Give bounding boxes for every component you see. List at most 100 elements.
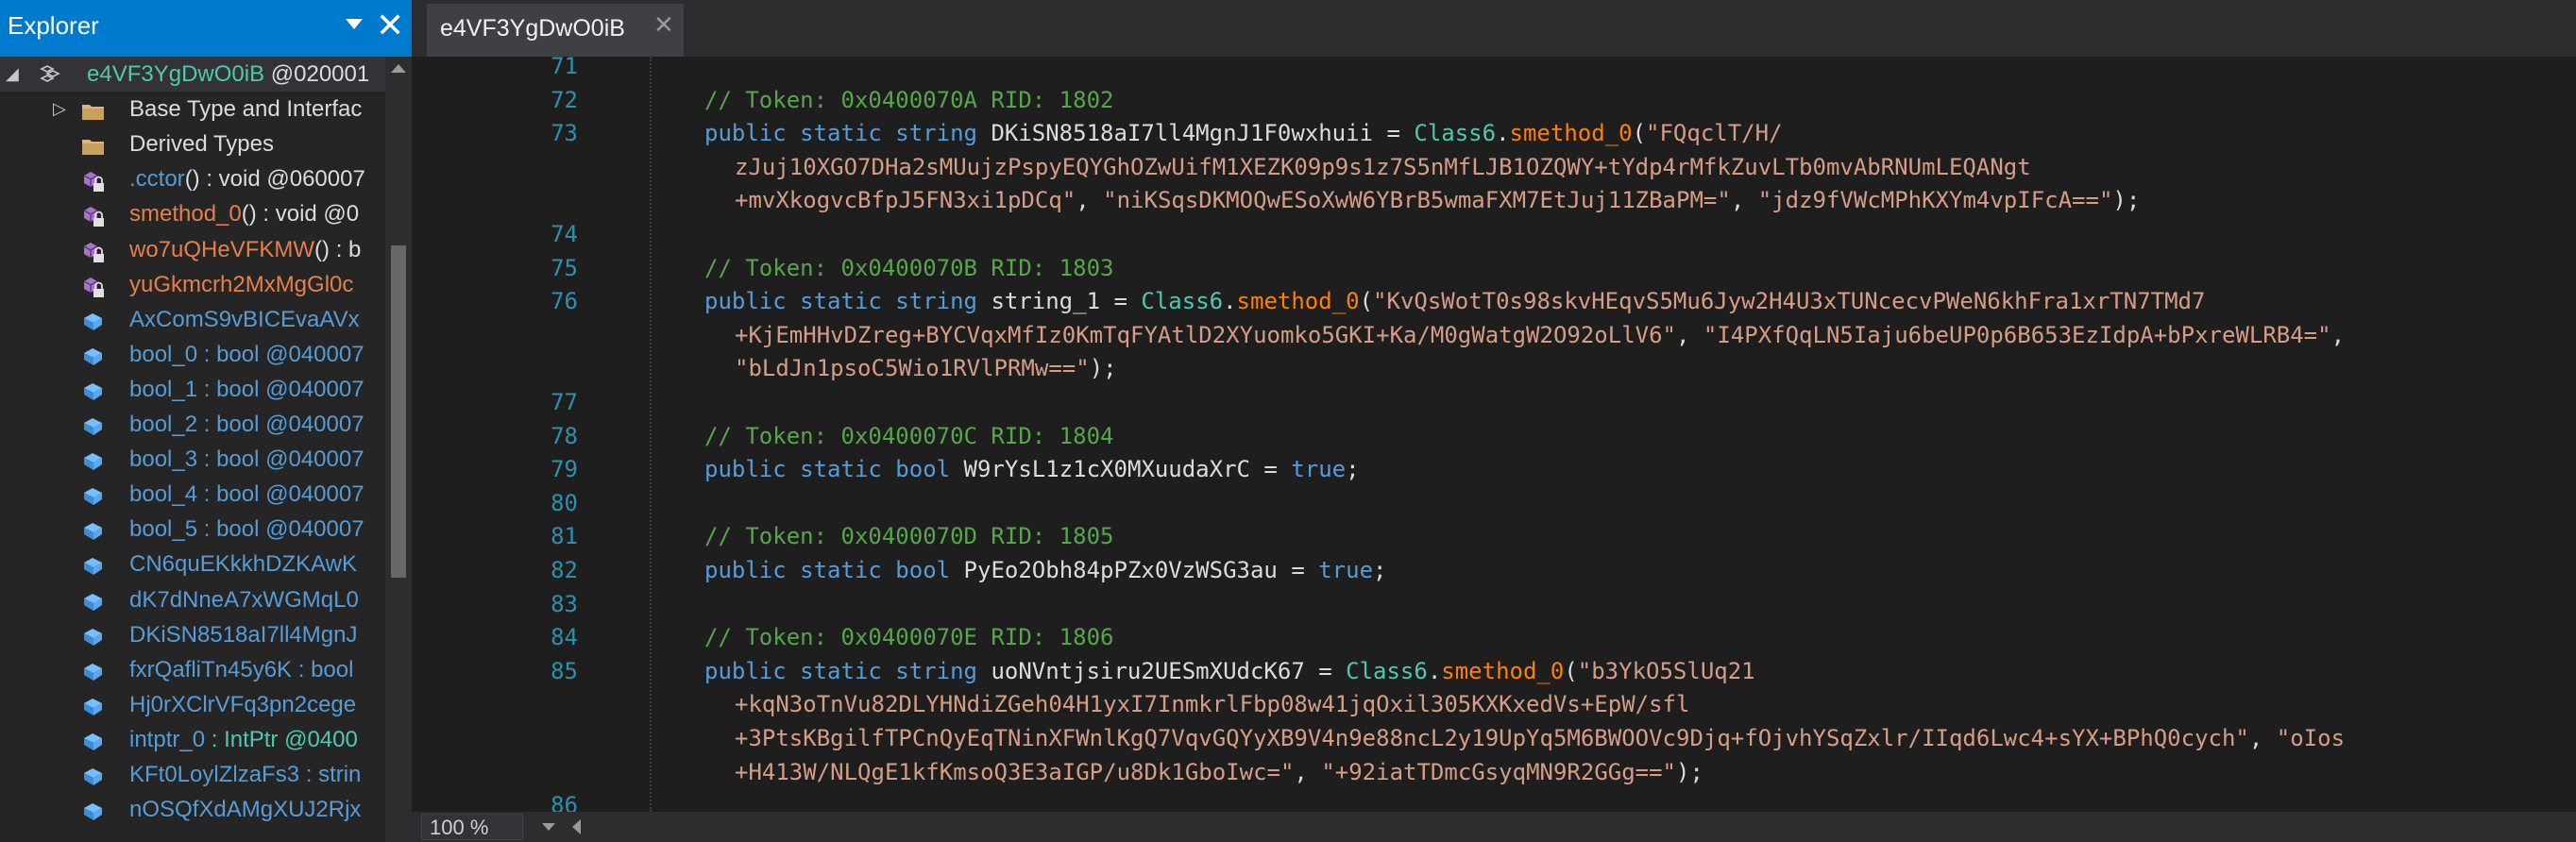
code-token-kw: public static string bbox=[704, 288, 991, 315]
code-token-str: "KvQsWotT0s98skvHEqvS5Mu6Jyw2H4U3xTUNcec… bbox=[1373, 288, 2206, 315]
tab-document[interactable]: e4VF3YgDwO0iB ✕ bbox=[427, 4, 684, 57]
field-icon bbox=[81, 379, 106, 401]
tree-item[interactable]: yuGkmcrh2MxMgGl0c bbox=[0, 267, 385, 302]
code-token-kw: public static bool bbox=[704, 557, 964, 583]
tree-item[interactable]: bool_0 : bool @040007 bbox=[0, 337, 385, 372]
code-token-cmt: // Token: 0x0400070B RID: 1803 bbox=[704, 254, 1114, 281]
tree-item-label: bool_1 : bool @040007 bbox=[129, 372, 364, 407]
scroll-up-icon[interactable] bbox=[391, 64, 406, 73]
tree-item[interactable]: dK7dNneA7xWGMqL0 bbox=[0, 582, 385, 617]
tree-item-label: yuGkmcrh2MxMgGl0c bbox=[129, 267, 353, 302]
collapsed-triangle-icon[interactable]: ▷ bbox=[53, 92, 66, 126]
code-token-txt: . bbox=[1496, 120, 1510, 147]
line-number: 84 bbox=[551, 624, 578, 651]
code-token-str: "jdz9fVWcMPhKXYm4vpIFcA==" bbox=[1757, 187, 2113, 214]
field-icon bbox=[81, 413, 106, 436]
explorer-tree: ◢ e4VF3YgDwO0iB @020001 ▷ Base Type and Int… bbox=[0, 57, 385, 842]
member-signature: : bool @040007 bbox=[197, 376, 364, 402]
tree-item[interactable]: bool_5 : bool @040007 bbox=[0, 512, 385, 547]
code-token-str: "b3YkO5SlUq21 bbox=[1577, 657, 1755, 684]
tree-item[interactable]: CN6quEKkkhDZKAwK bbox=[0, 547, 385, 581]
tree-item-label: e4VF3YgDwO0iB @020001 bbox=[87, 57, 369, 92]
code-token-txt: , bbox=[1676, 321, 1703, 348]
line-number: 74 bbox=[551, 221, 578, 247]
zoom-select[interactable]: 100 % bbox=[421, 814, 523, 840]
chevron-down-icon[interactable] bbox=[542, 823, 555, 831]
code-token-txt: . bbox=[1223, 288, 1237, 315]
code-token-txt: , bbox=[1076, 187, 1104, 214]
code-token-cls: Class6 bbox=[1346, 657, 1428, 684]
member-signature: : bool bbox=[292, 656, 354, 682]
field-icon bbox=[81, 799, 106, 821]
member-signature: () : b bbox=[314, 236, 362, 262]
code-token-txt: ; bbox=[1346, 456, 1360, 483]
tree-item[interactable]: bool_1 : bool @040007 bbox=[0, 372, 385, 407]
field-icon bbox=[81, 553, 106, 576]
explorer-title: Explorer bbox=[8, 11, 99, 40]
code-token-str: +kqN3oTnVu82DLYHNdiZGeh04H1yxI7InmkrlFbp… bbox=[735, 691, 1690, 718]
tree-item-label: bool_4 : bool @040007 bbox=[129, 477, 364, 512]
tree-item-label: Base Type and Interfac bbox=[129, 92, 362, 126]
tree-item[interactable]: Derived Types bbox=[0, 126, 385, 161]
scroll-left-icon[interactable] bbox=[572, 819, 581, 834]
tree-item[interactable]: smethod_0() : void @0 bbox=[0, 196, 385, 231]
tree-item-label: bool_3 : bool @040007 bbox=[129, 442, 364, 477]
scrollbar-thumb[interactable] bbox=[391, 245, 406, 578]
code-token-txt: , bbox=[1730, 187, 1758, 214]
horizontal-scrollbar[interactable] bbox=[563, 817, 2555, 836]
code-token-str: "I4PXfQqLN5Iaju6beUP0p6B653EzIdpA+bPxreW… bbox=[1703, 321, 2331, 348]
tree-item[interactable]: bool_3 : bool @040007 bbox=[0, 442, 385, 477]
line-number: 80 bbox=[551, 489, 578, 516]
tree-item-label: nOSQfXdAMgXUJ2Rjx bbox=[129, 792, 361, 827]
close-icon[interactable]: ✕ bbox=[376, 8, 404, 45]
tree-item[interactable]: Hj0rXClrVFq3pn2cege bbox=[0, 687, 385, 722]
field-icon bbox=[81, 659, 106, 682]
code-token-cls: Class6 bbox=[1414, 120, 1497, 147]
code-token-txt: ( bbox=[1359, 288, 1374, 315]
field-icon bbox=[81, 518, 106, 541]
field-icon bbox=[81, 309, 106, 331]
field-icon bbox=[81, 448, 106, 471]
code-token-cmt: // Token: 0x0400070D RID: 1805 bbox=[704, 523, 1114, 550]
code-token-cmt: // Token: 0x0400070E RID: 1806 bbox=[704, 624, 1114, 651]
line-number: 73 bbox=[551, 120, 578, 147]
tree-item[interactable]: bool_2 : bool @040007 bbox=[0, 407, 385, 442]
tree-item-label: wo7uQHeVFKMW() : b bbox=[129, 232, 361, 267]
method-lock-icon bbox=[81, 239, 106, 262]
chevron-down-icon[interactable] bbox=[346, 19, 363, 29]
tree-item[interactable]: .cctor() : void @060007 bbox=[0, 161, 385, 196]
tree-item[interactable]: nOSQfXdAMgXUJ2Rjx bbox=[0, 792, 385, 827]
tree-item[interactable]: AxComS9vBICEvaAVx bbox=[0, 302, 385, 337]
code-line: public static bool W9rYsL1z1cX0MXuudaXrC… bbox=[704, 452, 1360, 486]
explorer-vertical-scrollbar[interactable] bbox=[385, 57, 412, 842]
code-line: +KjEmHHvDZreg+BYCVqxMfIz0KmTqFYAtlD2XYuo… bbox=[735, 318, 2345, 352]
tree-item-label: bool_5 : bool @040007 bbox=[129, 512, 364, 547]
method-lock-icon bbox=[81, 274, 106, 297]
field-icon bbox=[81, 694, 106, 716]
tree-item[interactable]: ▷ Base Type and Interfac bbox=[0, 92, 385, 126]
tree-item-label: Derived Types bbox=[129, 126, 274, 161]
code-token-txt: ); bbox=[2112, 187, 2141, 214]
tree-item[interactable]: wo7uQHeVFKMW() : b bbox=[0, 232, 385, 267]
field-icon bbox=[81, 764, 106, 786]
tree-item[interactable]: KFt0LoylZlzaFs3 : strin bbox=[0, 757, 385, 792]
indent-guide bbox=[650, 57, 652, 812]
tab-close-icon[interactable]: ✕ bbox=[653, 11, 674, 40]
member-name: e4VF3YgDwO0iB bbox=[87, 61, 265, 87]
code-token-str: +mvXkogvcBfpJ5FN3xi1pDCq" bbox=[735, 187, 1076, 214]
tree-item[interactable]: fxrQafliTn45y6K : bool bbox=[0, 652, 385, 687]
tree-item[interactable]: intptr_0 : IntPtr @0400 bbox=[0, 722, 385, 757]
code-editor[interactable]: 71 72 // Token: 0x0400070A RID: 1802 73 publ… bbox=[412, 57, 2576, 812]
tree-item[interactable]: DKiSN8518aI7ll4MgnJ bbox=[0, 617, 385, 652]
tree-item[interactable]: bool_4 : bool @040007 bbox=[0, 477, 385, 512]
line-number: 79 bbox=[551, 456, 578, 483]
member-name: bool_3 bbox=[129, 446, 198, 473]
tree-item-label: bool_0 : bool @040007 bbox=[129, 337, 364, 372]
member-name: intptr_0 bbox=[129, 726, 206, 752]
expanded-triangle-icon[interactable]: ◢ bbox=[6, 57, 19, 92]
member-signature: : bool @040007 bbox=[197, 516, 364, 543]
folder-icon bbox=[81, 98, 106, 121]
line-number: 85 bbox=[551, 657, 578, 684]
tree-item[interactable]: ◢ e4VF3YgDwO0iB @020001 bbox=[0, 57, 385, 92]
explorer-panel: Explorer ✕ ◢ e4VF3YgDwO0iB @020001 ▷ Base T… bbox=[0, 0, 412, 842]
